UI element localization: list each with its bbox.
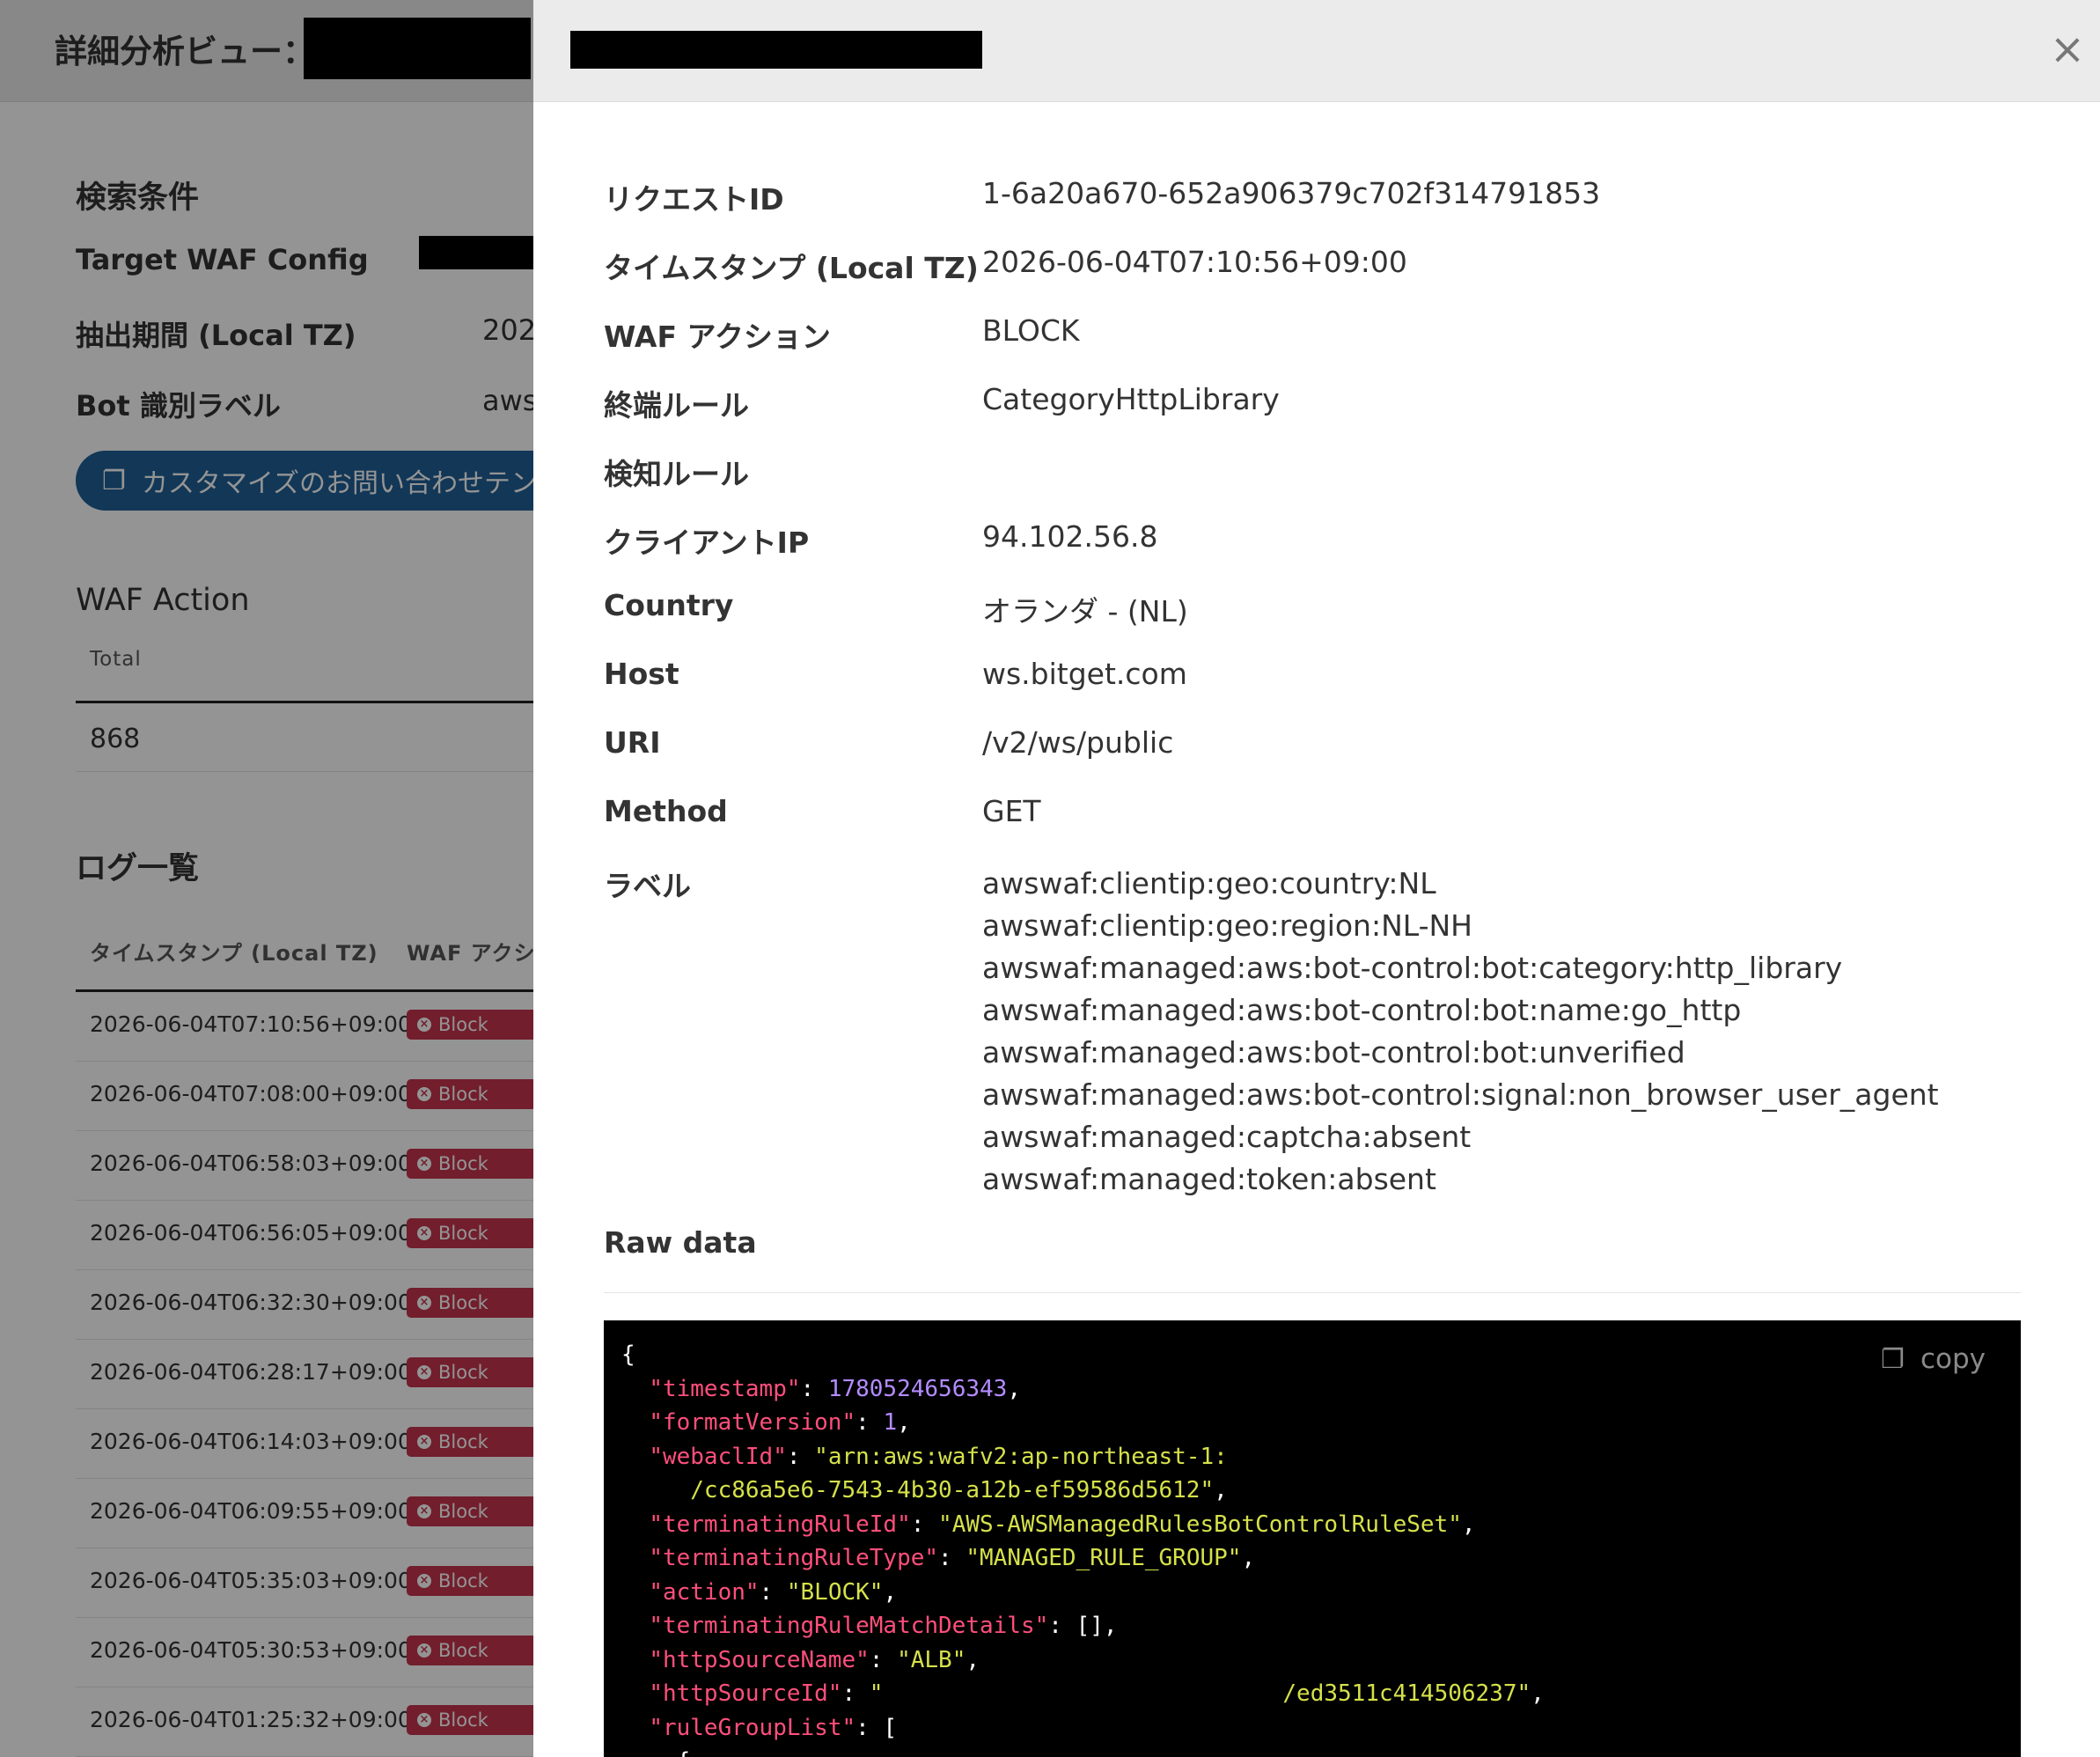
field-value: 2026-06-04T07:10:56+09:00 — [982, 245, 1407, 279]
field-value: 94.102.56.8 — [982, 519, 1158, 554]
code-line: { — [621, 1342, 635, 1368]
field-value: CategoryHttpLibrary — [982, 382, 1280, 416]
code-line: "terminatingRuleType": "MANAGED_RULE_GRO… — [649, 1545, 1256, 1571]
label-list: awswaf:clientip:geo:country:NL awswaf:cl… — [982, 863, 1939, 1201]
label-item: awswaf:managed:captcha:absent — [982, 1120, 1472, 1154]
field-label: Method — [604, 794, 728, 828]
label-item: awswaf:managed:aws:bot-control:bot:unver… — [982, 1035, 1685, 1070]
label-item: awswaf:clientip:geo:region:NL-NH — [982, 908, 1472, 943]
code-line: "timestamp": 1780524656343, — [649, 1375, 1021, 1402]
field-value: 1-6a20a670-652a906379c702f314791853 — [982, 176, 1601, 210]
divider — [604, 1292, 2021, 1293]
field-label: Country — [604, 588, 734, 622]
code-line: "httpSourceName": "ALB", — [649, 1646, 980, 1673]
label-item: awswaf:clientip:geo:country:NL — [982, 866, 1436, 901]
redacted-block — [570, 31, 982, 69]
field-value: ws.bitget.com — [982, 657, 1187, 691]
field-label: 検知ルール — [604, 457, 749, 491]
field-value: オランダ - (NL) — [982, 594, 1188, 629]
code-line: "terminatingRuleId": "AWS-AWSManagedRule… — [649, 1511, 1476, 1538]
code-line: "formatVersion": 1, — [649, 1409, 911, 1436]
code-line: "terminatingRuleMatchDetails": [], — [649, 1613, 1118, 1639]
drawer-header: × — [533, 0, 2100, 102]
code-line: "ruleGroupList": [ — [649, 1714, 898, 1741]
field-label: クライアントIP — [604, 526, 810, 560]
field-value: /v2/ws/public — [982, 725, 1174, 760]
label-item: awswaf:managed:token:absent — [982, 1162, 1436, 1196]
close-icon[interactable]: × — [2047, 28, 2088, 70]
copy-button-label: copy — [1920, 1343, 1986, 1375]
field-value: BLOCK — [982, 313, 1080, 348]
log-detail-drawer: × リクエストID 1-6a20a670-652a906379c702f3147… — [533, 0, 2100, 1757]
field-label: WAF アクション — [604, 320, 831, 354]
raw-data-title: Raw data — [604, 1225, 757, 1260]
field-label: Host — [604, 657, 679, 691]
label-item: awswaf:managed:aws:bot-control:bot:name:… — [982, 993, 1742, 1027]
code-line: { — [621, 1745, 1545, 1757]
field-label: 終端ルール — [604, 388, 749, 423]
field-label: リクエストID — [604, 182, 784, 217]
field-value: GET — [982, 794, 1041, 828]
label-item: awswaf:managed:aws:bot-control:signal:no… — [982, 1077, 1939, 1112]
code-lines: { "timestamp": 1780524656343, "formatVer… — [621, 1338, 1545, 1757]
raw-data-code-block[interactable]: ❐ copy { "timestamp": 1780524656343, "fo… — [604, 1320, 2021, 1757]
field-label: ラベル — [604, 869, 691, 903]
label-item: awswaf:managed:aws:bot-control:bot:categ… — [982, 951, 1843, 985]
field-label: タイムスタンプ (Local TZ) — [604, 251, 979, 285]
code-line: /cc86a5e6-7543-4b30-a12b-ef59586d5612", — [690, 1477, 1228, 1503]
field-label: URI — [604, 725, 661, 760]
copy-button[interactable]: ❐ copy — [1881, 1343, 1986, 1375]
copy-icon: ❐ — [1881, 1343, 1905, 1375]
code-line: "httpSourceId": " /ed3511c414506237", — [649, 1680, 1545, 1707]
code-line: "action": "BLOCK", — [649, 1578, 898, 1606]
code-line: "webaclId": "arn:aws:wafv2:ap-northeast-… — [649, 1443, 1228, 1470]
